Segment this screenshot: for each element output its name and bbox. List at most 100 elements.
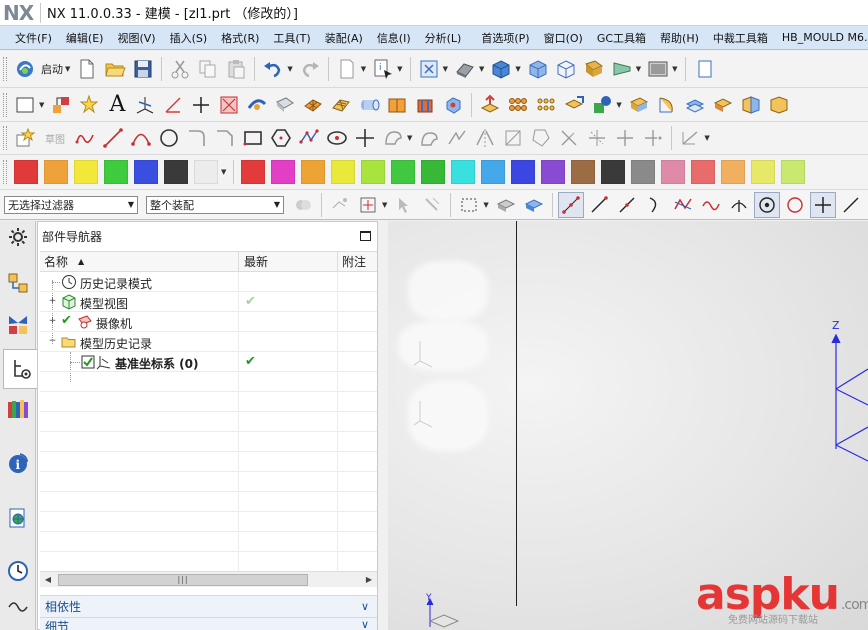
deselect-icon[interactable] bbox=[419, 192, 445, 218]
menu-assembly[interactable]: 装配(A) bbox=[318, 30, 370, 46]
extended-color-swatch-7[interactable] bbox=[451, 160, 476, 184]
selection-scope-select[interactable]: 整个装配 ▼ bbox=[146, 195, 284, 214]
feature-select-icon[interactable] bbox=[327, 192, 353, 218]
polygon-icon[interactable] bbox=[268, 125, 294, 151]
snap-dropdown-icon[interactable]: ▼ bbox=[382, 201, 387, 209]
menu-hb-mould[interactable]: HB_MOULD M6.7 bbox=[775, 31, 868, 44]
snap-curve-icon[interactable] bbox=[698, 192, 724, 218]
expand-icon[interactable]: + bbox=[48, 317, 57, 326]
book-icon[interactable] bbox=[384, 92, 410, 118]
column-name[interactable]: 名称 ▲ bbox=[40, 252, 239, 271]
cube-shaded-icon[interactable] bbox=[525, 56, 551, 82]
basic-color-swatch-2[interactable] bbox=[74, 160, 98, 184]
scroll-left-icon[interactable]: ◀ bbox=[40, 575, 56, 584]
scroll-track[interactable]: ||| bbox=[56, 573, 361, 586]
unite-icon[interactable] bbox=[561, 92, 587, 118]
tree-row-history-mode[interactable]: 历史记录模式 bbox=[40, 272, 377, 292]
web-browser-icon[interactable] bbox=[4, 504, 32, 532]
extended-color-swatch-0[interactable] bbox=[241, 160, 266, 184]
cube-blue-icon[interactable] bbox=[488, 56, 514, 82]
point-plus-icon[interactable] bbox=[352, 125, 378, 151]
sketch-rect-icon[interactable] bbox=[12, 92, 38, 118]
select-filter-icon[interactable]: i bbox=[370, 56, 396, 82]
select-body-icon[interactable] bbox=[493, 192, 519, 218]
cut-icon[interactable] bbox=[167, 56, 193, 82]
star-sketch-icon[interactable] bbox=[76, 92, 102, 118]
pattern-dots-icon[interactable] bbox=[533, 92, 559, 118]
gear-icon[interactable] bbox=[4, 223, 32, 251]
move-face-icon[interactable] bbox=[477, 92, 503, 118]
snap-endpoint-icon[interactable] bbox=[586, 192, 612, 218]
history-icon[interactable] bbox=[4, 557, 32, 585]
toolbar-grip[interactable] bbox=[3, 126, 7, 150]
tree-row-camera[interactable]: + ✔ 摄像机 bbox=[40, 312, 377, 332]
basic-color-swatch-6[interactable] bbox=[194, 160, 218, 184]
extended-color-swatch-13[interactable] bbox=[631, 160, 656, 184]
menu-cut-toolbox[interactable]: 中裁工具箱 bbox=[706, 30, 775, 46]
snap-quadrant-icon[interactable] bbox=[782, 192, 808, 218]
extended-color-swatch-16[interactable] bbox=[721, 160, 746, 184]
extended-color-swatch-1[interactable] bbox=[271, 160, 296, 184]
extended-color-swatch-18[interactable] bbox=[781, 160, 806, 184]
quick-trim-icon[interactable] bbox=[584, 125, 610, 151]
more-feature-icon[interactable] bbox=[766, 92, 792, 118]
profile-icon[interactable] bbox=[72, 125, 98, 151]
details-panel-header[interactable]: 细节 ∨ bbox=[40, 617, 377, 630]
menu-file[interactable]: 文件(F) bbox=[8, 30, 59, 46]
snap-tangent-icon[interactable] bbox=[726, 192, 752, 218]
extended-color-swatch-3[interactable] bbox=[331, 160, 356, 184]
scroll-right-icon[interactable]: ▶ bbox=[361, 575, 377, 584]
extended-color-swatch-8[interactable] bbox=[481, 160, 506, 184]
shell-icon[interactable] bbox=[412, 92, 438, 118]
redo-icon[interactable] bbox=[297, 56, 323, 82]
basic-color-swatch-3[interactable] bbox=[104, 160, 128, 184]
snap-control-point-icon[interactable] bbox=[642, 192, 668, 218]
undo-dropdown-icon[interactable]: ▼ bbox=[287, 65, 292, 73]
snap-existing-point-icon[interactable] bbox=[809, 191, 836, 218]
graphics-window[interactable]: Z Y aspku .com 免费网站源码下载站 bbox=[388, 221, 868, 630]
offset-face-icon[interactable] bbox=[682, 92, 708, 118]
datum-plane-icon[interactable] bbox=[216, 92, 242, 118]
maximize-icon[interactable] bbox=[360, 231, 371, 241]
column-latest[interactable]: 最新 bbox=[239, 252, 338, 271]
checkbox-checked-icon[interactable] bbox=[80, 354, 96, 370]
block-icon[interactable] bbox=[440, 92, 466, 118]
datum-axis-icon[interactable] bbox=[160, 92, 186, 118]
cylinder-icon[interactable] bbox=[356, 92, 382, 118]
visibility-check-icon[interactable]: ✔ bbox=[61, 313, 72, 328]
start-icon[interactable] bbox=[12, 56, 38, 82]
extended-color-swatch-14[interactable] bbox=[661, 160, 686, 184]
mesh-icon[interactable] bbox=[300, 92, 326, 118]
fit-dropdown-icon[interactable]: ▼ bbox=[443, 65, 448, 73]
text-tool-icon[interactable]: A bbox=[104, 92, 130, 118]
menu-tools[interactable]: 工具(T) bbox=[266, 30, 317, 46]
perspective-dropdown-icon[interactable]: ▼ bbox=[636, 65, 641, 73]
rectangle-icon[interactable] bbox=[240, 125, 266, 151]
toolbar-grip[interactable] bbox=[3, 57, 7, 81]
background-dropdown-icon[interactable]: ▼ bbox=[672, 65, 677, 73]
menu-information[interactable]: 信息(I) bbox=[370, 30, 418, 46]
horizontal-scrollbar[interactable]: ◀ ||| ▶ bbox=[40, 571, 377, 587]
new-file-icon[interactable] bbox=[74, 56, 100, 82]
extended-color-swatch-15[interactable] bbox=[691, 160, 716, 184]
basic-color-swatch-4[interactable] bbox=[134, 160, 158, 184]
extended-color-swatch-5[interactable] bbox=[391, 160, 416, 184]
general-select-icon[interactable] bbox=[290, 192, 316, 218]
derived-line-icon[interactable] bbox=[556, 125, 582, 151]
datum-csys-tool-icon[interactable] bbox=[132, 92, 158, 118]
constraint-navigator-icon[interactable] bbox=[4, 311, 32, 339]
menu-view[interactable]: 视图(V) bbox=[110, 30, 162, 46]
extended-color-swatch-6[interactable] bbox=[421, 160, 446, 184]
blank-page-icon[interactable] bbox=[334, 56, 360, 82]
sketch-star-icon[interactable] bbox=[12, 125, 38, 151]
page-dropdown-icon[interactable]: ▼ bbox=[361, 65, 366, 73]
scroll-thumb[interactable]: ||| bbox=[58, 573, 308, 586]
panel-splitter[interactable] bbox=[378, 221, 388, 630]
intersection-curve-icon[interactable] bbox=[500, 125, 526, 151]
snap-endpoints-icon[interactable] bbox=[557, 191, 584, 218]
background-icon[interactable] bbox=[645, 56, 671, 82]
extended-color-swatch-9[interactable] bbox=[511, 160, 536, 184]
palette-dropdown-icon[interactable]: ▼ bbox=[221, 168, 226, 176]
perspective-icon[interactable] bbox=[609, 56, 635, 82]
project-curve-icon[interactable] bbox=[528, 125, 554, 151]
